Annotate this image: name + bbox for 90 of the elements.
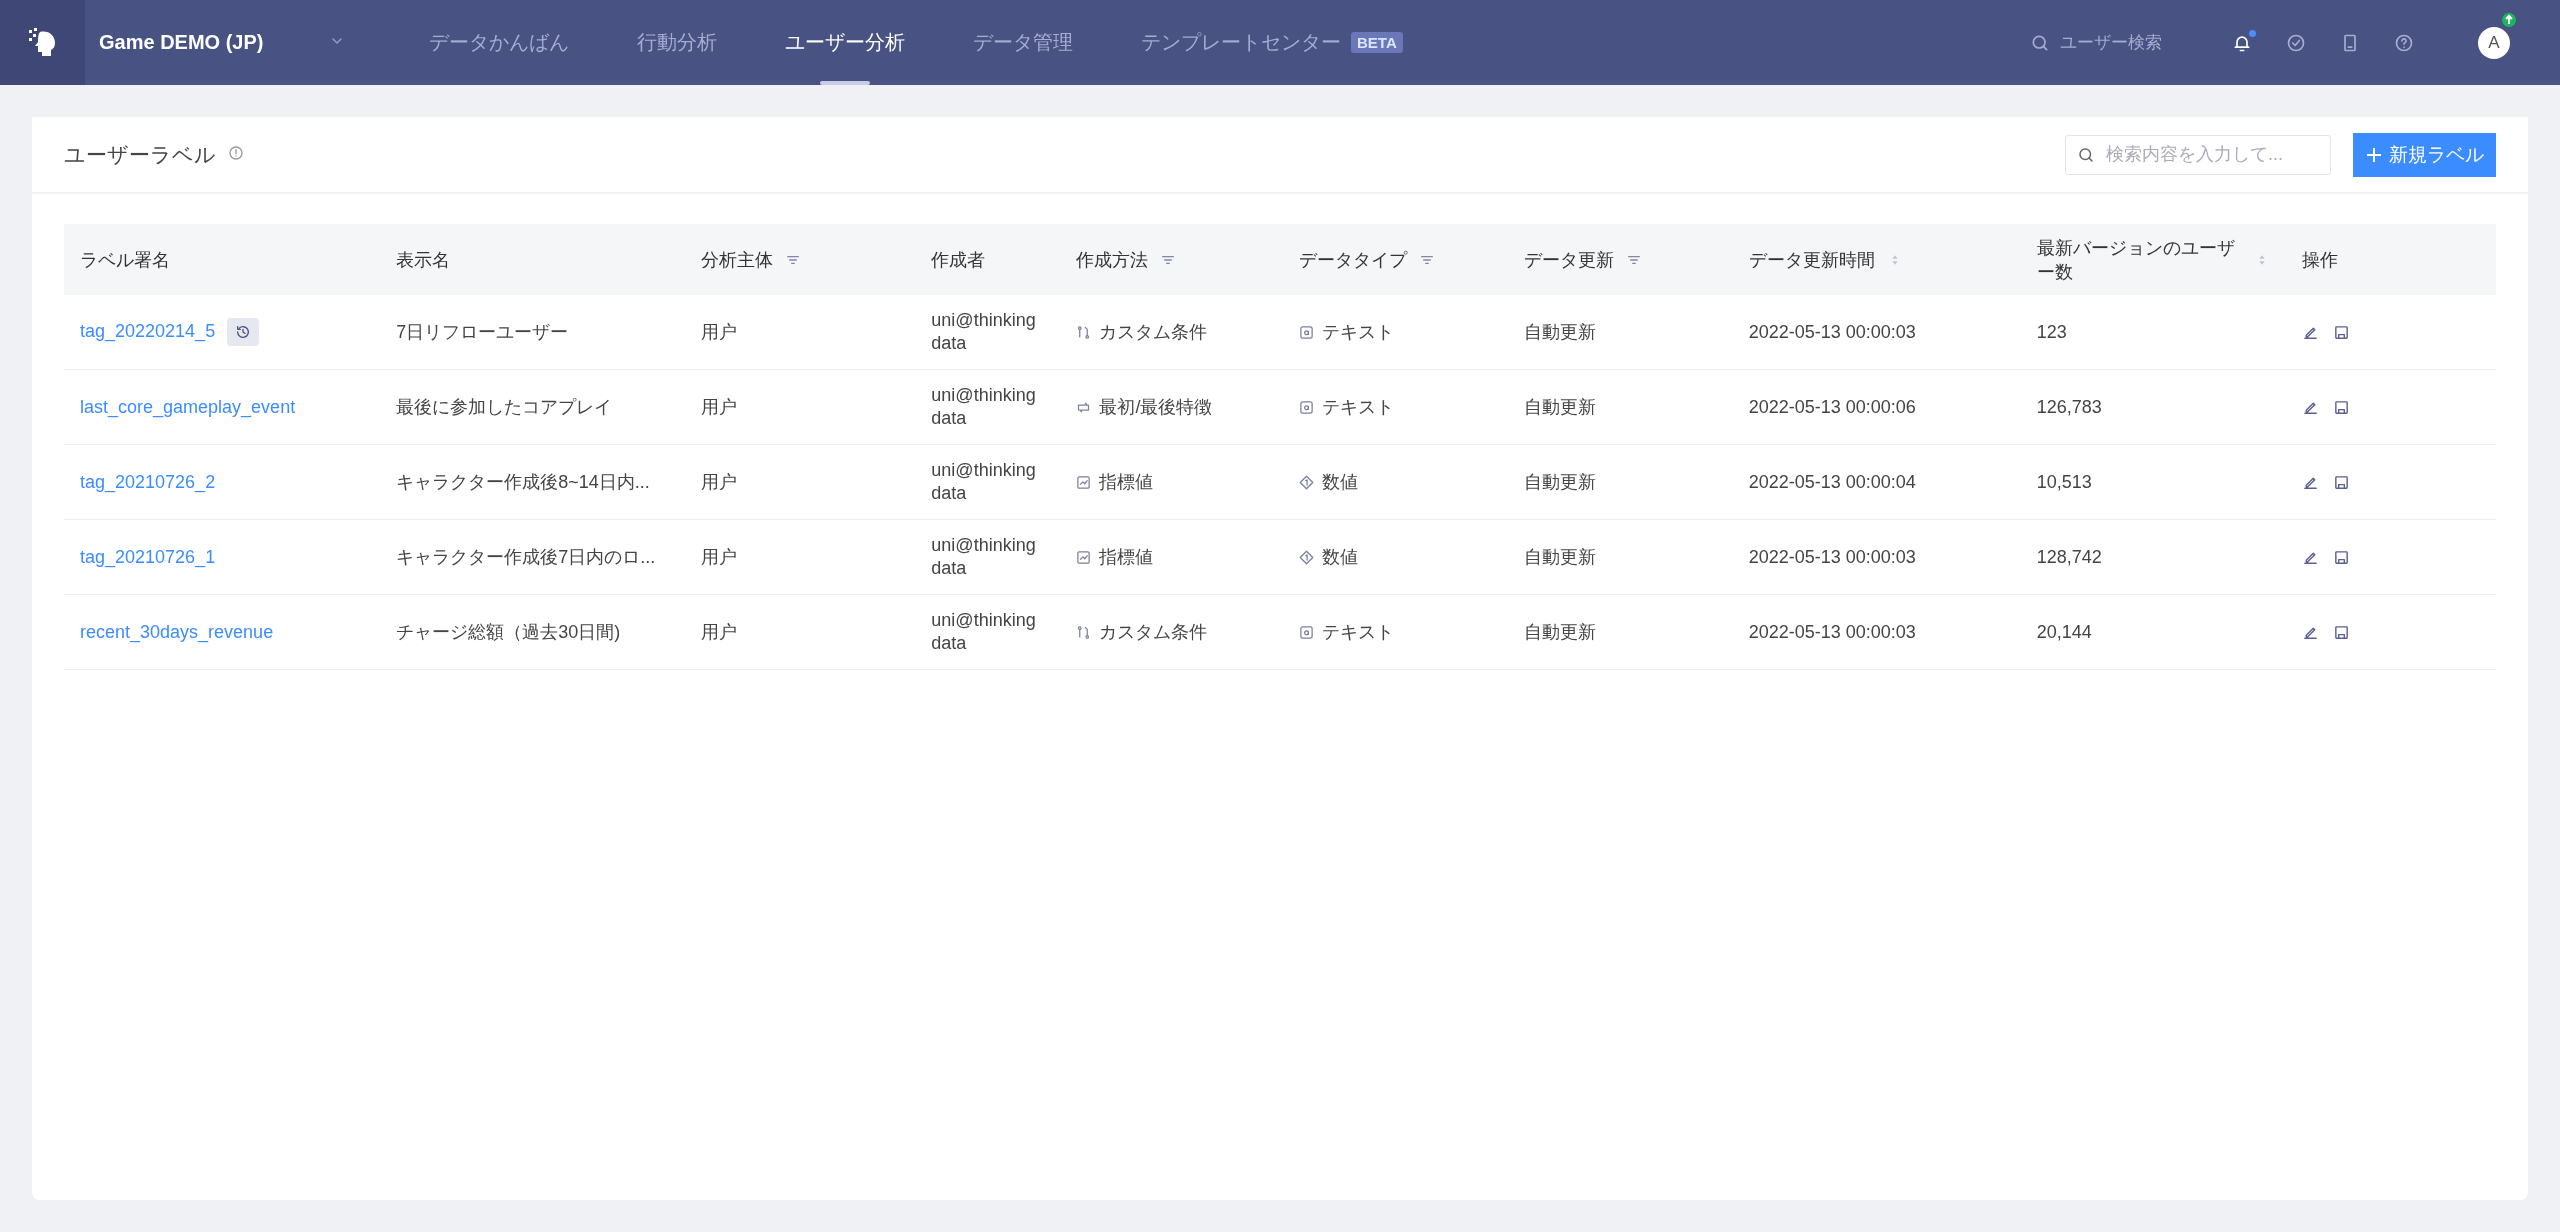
nav-tab[interactable]: 行動分析 xyxy=(603,0,751,85)
column-header: 最新バージョンのユーザー数 xyxy=(2036,236,2236,284)
column-header: ラベル署名 xyxy=(80,248,170,272)
table-cell: 123 xyxy=(2036,321,2067,342)
branch-icon xyxy=(1076,324,1092,340)
table-cell: 自動更新 xyxy=(1523,397,1596,417)
table-cell: 自動更新 xyxy=(1523,322,1596,342)
table-cell: 用户 xyxy=(701,622,738,642)
table-cell-text: テキスト xyxy=(1322,621,1395,644)
table-cell-text: カスタム条件 xyxy=(1099,321,1208,344)
table-cell: 10,513 xyxy=(2036,471,2092,492)
table-cell: 自動更新 xyxy=(1523,622,1596,642)
nav-tab[interactable]: データ管理 xyxy=(939,0,1107,85)
letter-a-icon xyxy=(1299,399,1315,415)
table-cell-text: uni@thinkingdata xyxy=(931,608,1037,655)
table-cell: キャラクター作成後7日内のロ... xyxy=(396,547,656,567)
table-cell-text: 数値 xyxy=(1322,471,1359,494)
table-cell-text: uni@thinkingdata xyxy=(931,533,1037,580)
loop-arrows-icon xyxy=(1076,399,1092,415)
check-circle-icon[interactable] xyxy=(2286,32,2306,53)
plus-icon xyxy=(2365,145,2383,164)
label-name-link[interactable]: tag_20210726_2 xyxy=(80,471,216,493)
new-label-button[interactable]: 新規ラベル xyxy=(2353,132,2496,177)
table-cell: 自動更新 xyxy=(1523,472,1596,492)
chart-icon xyxy=(1076,474,1092,490)
info-icon xyxy=(228,144,244,161)
table-cell: 2022-05-13 00:00:03 xyxy=(1748,546,1916,567)
user-search-field[interactable]: ユーザー検索 xyxy=(2030,31,2162,54)
table-cell: 2022-05-13 00:00:04 xyxy=(1748,471,1916,492)
table-cell: 20,144 xyxy=(2036,621,2092,642)
history-icon xyxy=(235,324,252,340)
column-header: データ更新時間 xyxy=(1748,248,1875,272)
label-name-link[interactable]: tag_20220214_5 xyxy=(80,320,216,342)
table-cell-text: テキスト xyxy=(1322,321,1395,344)
table-cell-text: 数値 xyxy=(1322,546,1359,569)
nav-tab[interactable]: データかんばん xyxy=(395,0,603,85)
column-header: 表示名 xyxy=(396,248,451,272)
table-cell-text: 最初/最後特徴 xyxy=(1099,396,1213,419)
table-cell-text: 指標値 xyxy=(1099,471,1154,494)
table-cell: 用户 xyxy=(701,322,738,342)
table-cell-text: カスタム条件 xyxy=(1099,621,1208,644)
label-name-link[interactable]: last_core_gameplay_event xyxy=(80,396,296,418)
table-cell-text: uni@thinkingdata xyxy=(931,458,1037,505)
diamond-number-icon xyxy=(1299,549,1315,565)
table-cell: 用户 xyxy=(701,472,738,492)
search-icon xyxy=(2077,145,2095,164)
nav-tab[interactable]: テンプレートセンター BETA xyxy=(1107,0,1437,85)
column-header: 分析主体 xyxy=(701,248,774,272)
page-title: ユーザーラベル xyxy=(64,141,216,168)
table-cell: 自動更新 xyxy=(1523,547,1596,567)
column-header: データタイプ xyxy=(1299,248,1408,272)
save-button[interactable] xyxy=(2332,323,2350,341)
help-icon[interactable] xyxy=(2394,32,2414,53)
table-cell: 126,783 xyxy=(2036,396,2102,417)
table-cell: 2022-05-13 00:00:03 xyxy=(1748,621,1916,642)
table-cell-text: テキスト xyxy=(1322,396,1395,419)
history-button[interactable] xyxy=(227,318,260,346)
logo-tile[interactable] xyxy=(0,0,85,85)
project-name[interactable]: Game DEMO (JP) xyxy=(99,31,329,54)
letter-a-icon xyxy=(1299,324,1315,340)
branch-icon xyxy=(1076,624,1092,640)
table-cell: 7日リフローユーザー xyxy=(396,322,569,342)
column-header: 作成方法 xyxy=(1076,248,1149,272)
table-cell: 最後に参加したコアプレイ xyxy=(396,397,613,417)
save-button[interactable] xyxy=(2332,548,2350,566)
save-button[interactable] xyxy=(2332,623,2350,641)
column-header: 操作 xyxy=(2301,248,2338,272)
table-cell: 用户 xyxy=(701,397,738,417)
table-cell: キャラクター作成後8~14日内... xyxy=(396,472,650,492)
table-cell: 2022-05-13 00:00:06 xyxy=(1748,396,1916,417)
table-cell-text: uni@thinkingdata xyxy=(931,383,1037,430)
column-header: 作成者 xyxy=(931,248,986,272)
chart-icon xyxy=(1076,549,1092,565)
table-cell: 128,742 xyxy=(2036,546,2102,567)
letter-a-icon xyxy=(1299,624,1315,640)
table-cell-text: uni@thinkingdata xyxy=(931,308,1037,355)
user-avatar[interactable]: A xyxy=(2478,26,2510,59)
save-button[interactable] xyxy=(2332,398,2350,416)
label-name-link[interactable]: recent_30days_revenue xyxy=(80,621,274,643)
column-header: データ更新 xyxy=(1523,248,1614,272)
label-search-field[interactable]: 検索内容を入力して... xyxy=(2065,134,2331,175)
nav-tab[interactable]: ユーザー分析 xyxy=(751,0,939,85)
table-cell: 2022-05-13 00:00:03 xyxy=(1748,321,1916,342)
table-cell: 用户 xyxy=(701,547,738,567)
table-cell: チャージ総額（過去30日間) xyxy=(396,622,621,642)
label-name-link[interactable]: tag_20210726_1 xyxy=(80,546,216,568)
save-button[interactable] xyxy=(2332,473,2350,491)
diamond-number-icon xyxy=(1299,474,1315,490)
table-cell-text: 指標値 xyxy=(1099,546,1154,569)
beta-badge: BETA xyxy=(1351,32,1403,53)
